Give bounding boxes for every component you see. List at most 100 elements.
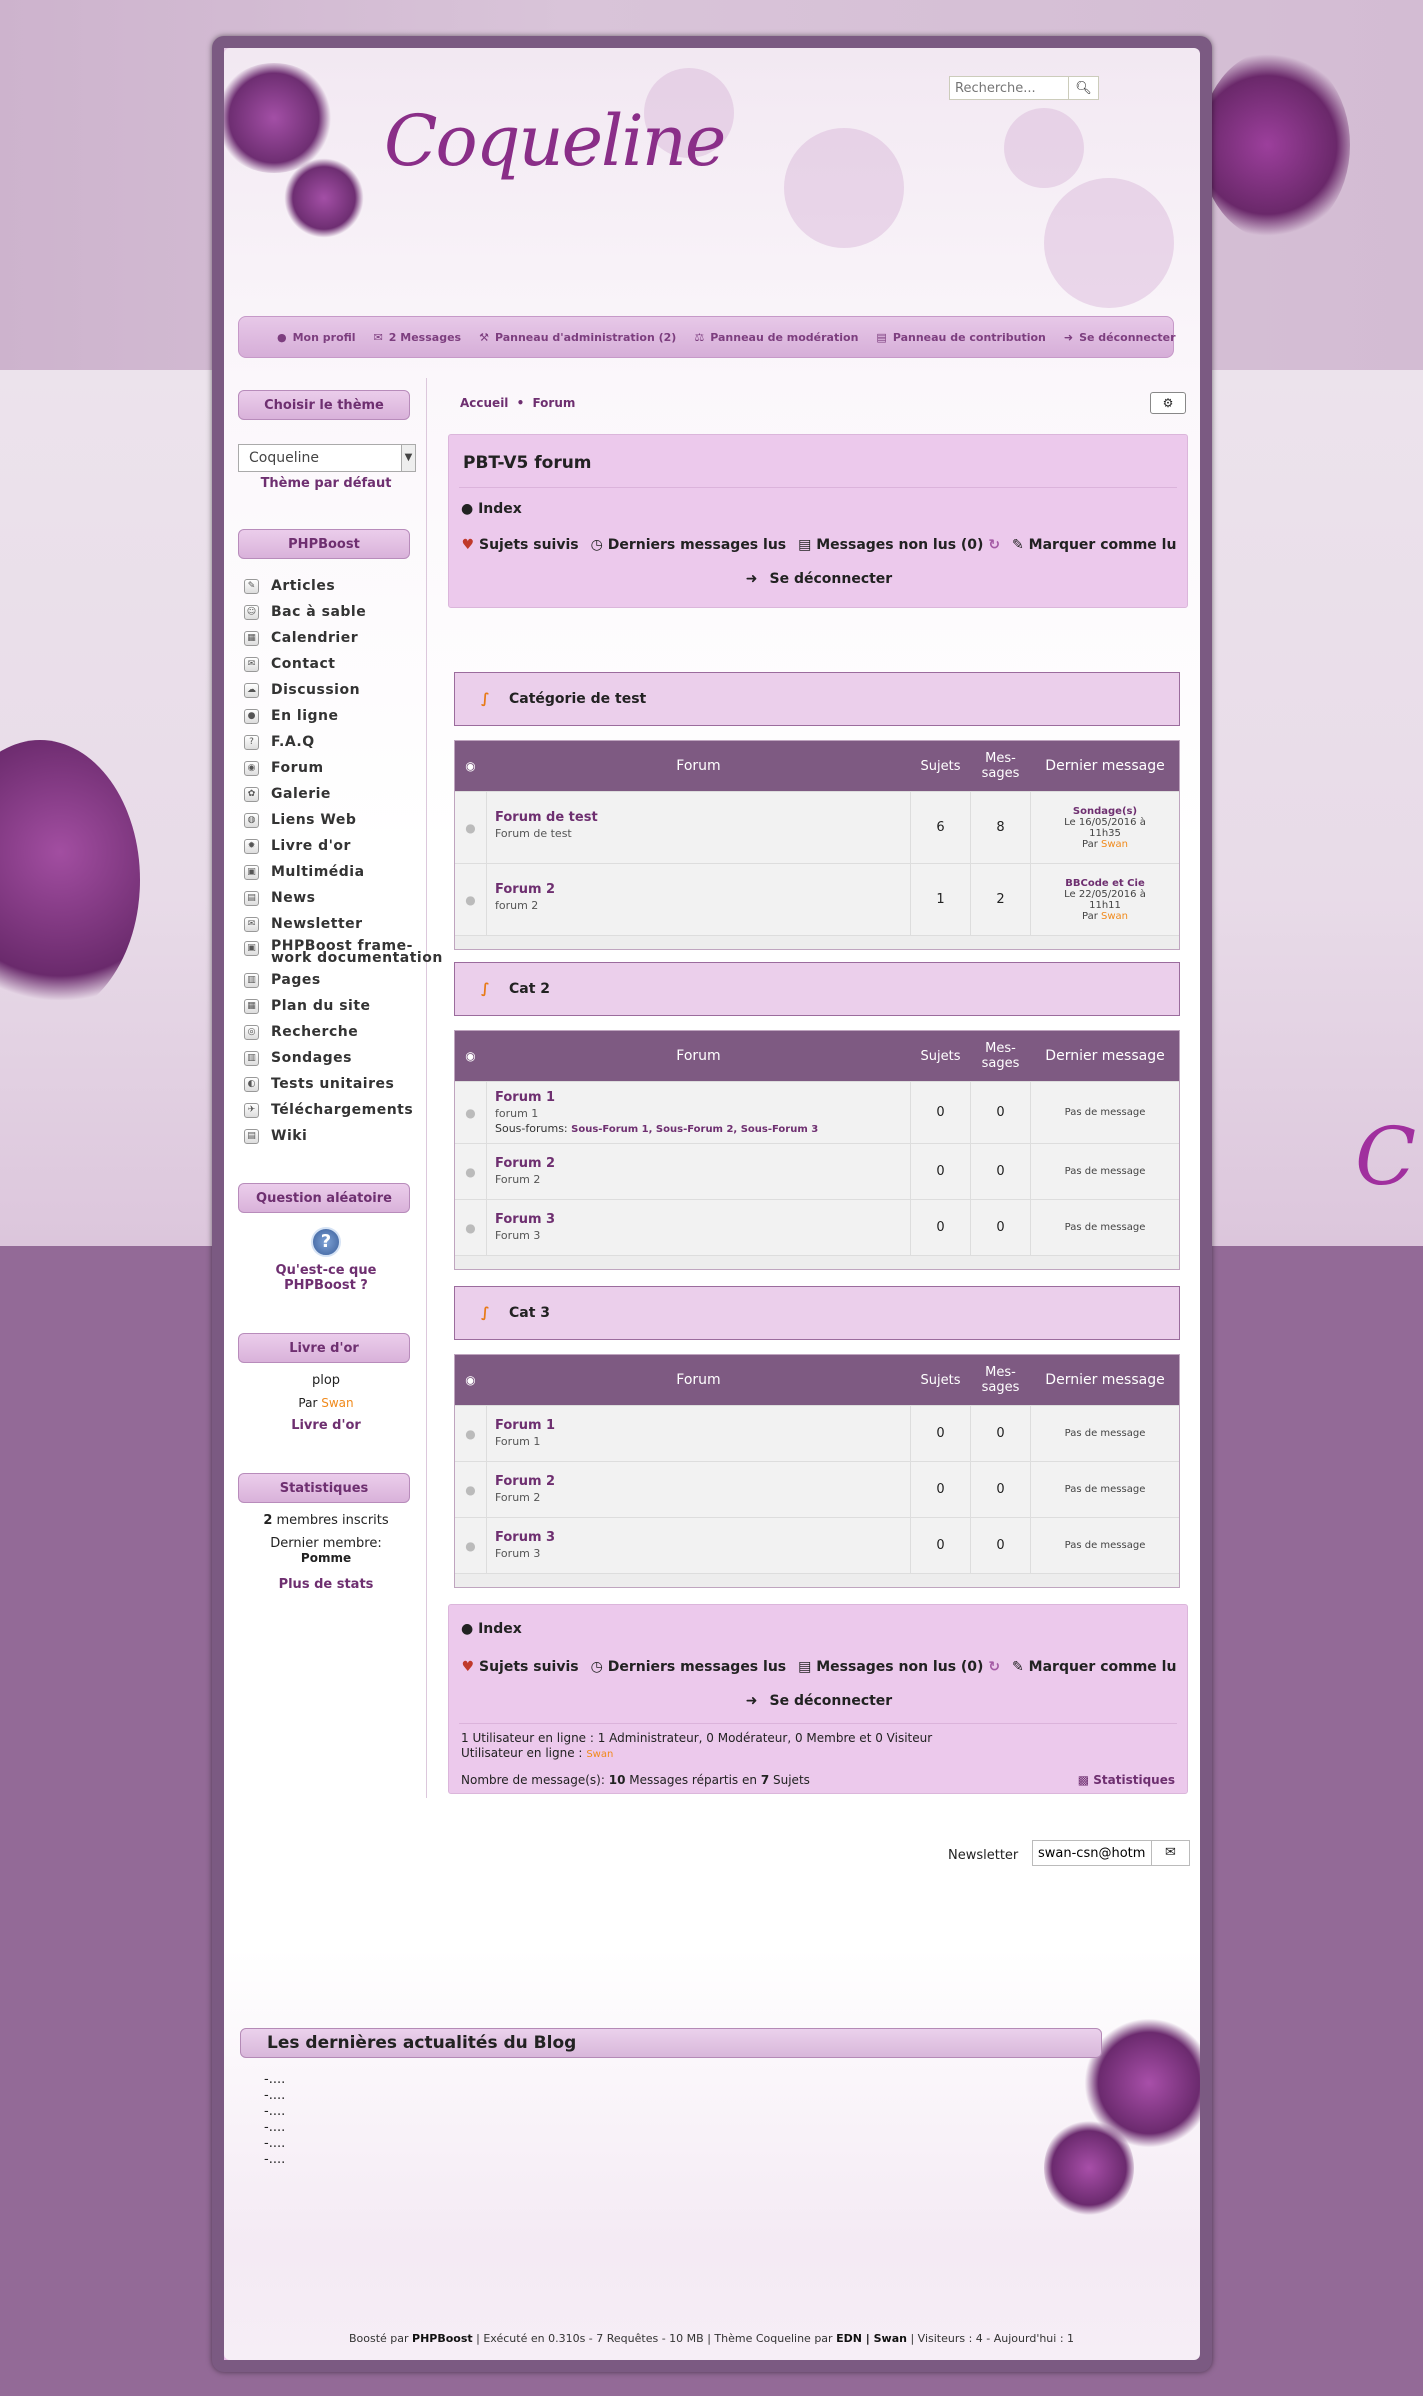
sidebar-item[interactable]: ✿ Galerie [238,781,414,807]
forum-link[interactable]: Forum 3 [495,1530,902,1545]
forum-link[interactable]: Forum 1 [495,1418,902,1433]
forum-link[interactable]: Forum 2 [495,882,902,897]
search-form: 🔍︎ [949,76,1099,100]
online-user[interactable]: Swan [586,1749,613,1760]
forum-link[interactable]: Forum 3 [495,1212,902,1227]
unread-link[interactable]: ▤ Messages non lus (0) ↻ [798,537,1000,553]
logout-link[interactable]: ➜ Se déconnecter [449,1693,1189,1709]
sidebar-item[interactable]: ◉ Forum [238,755,414,781]
sidebar-item[interactable]: ◐ Tests unitaires [238,1071,414,1097]
menu-item-icon: ✉ [244,656,259,672]
category-header[interactable]: ∫ Cat 2 [454,962,1180,1016]
newsletter-submit-button[interactable]: ✉ [1152,1840,1190,1866]
index-link[interactable]: ● Index [461,501,522,517]
sidebar-item[interactable]: ? F.A.Q [238,729,414,755]
logout-link[interactable]: ➜ Se déconnecter [449,571,1189,587]
table-row: ● Forum de test Forum de test 6 8 Sondage… [455,791,1179,863]
heart-icon: ♥ [461,1659,475,1675]
last-message-link[interactable]: BBCode et Cie [1065,878,1144,889]
forum-link[interactable]: Forum de test [495,810,902,825]
theme-select[interactable]: Coqueline ▼ [238,444,416,472]
search-button[interactable]: 🔍︎ [1069,76,1099,100]
guestbook-link[interactable]: Livre d'or [238,1418,414,1433]
newsletter-form: ✉ [1032,1840,1190,1866]
phpboost-link[interactable]: PHPBoost [412,2332,473,2345]
sidebar-item[interactable]: ▤ Wiki [238,1123,414,1149]
site-logo[interactable]: Coqueline [384,100,726,182]
index-link[interactable]: ● Index [461,1621,522,1637]
menu-item-icon: ✿ [244,786,259,802]
sidebar-item[interactable]: ▣ Multimédia [238,859,414,885]
sidebar-item[interactable]: ✉ Contact [238,651,414,677]
breadcrumb-forum[interactable]: Forum [532,396,575,410]
theme-author-link[interactable]: EDN | Swan [836,2332,907,2345]
question-link[interactable]: Qu'est-ce que PHPBoost ? [238,1263,414,1293]
last-read-link[interactable]: ◷ Derniers messages lus [591,1659,787,1675]
user-toolbar: ● Mon profil ✉ 2 Messages ⚒ Panneau d'admin… [238,316,1176,358]
breadcrumb-home[interactable]: Accueil [460,396,508,410]
sidebar-item[interactable]: ▥ Sondages [238,1045,414,1071]
statistics-link[interactable]: ▩ Statistiques [1078,1773,1175,1787]
stats-more-link[interactable]: Plus de stats [238,1577,414,1592]
subforums-links[interactable]: Sous-Forum 1, Sous-Forum 2, Sous-Forum 3 [571,1124,818,1135]
sidebar-item[interactable]: ▥ Pages [238,967,414,993]
list-item[interactable]: -.... [264,2152,285,2168]
default-theme-link[interactable]: Thème par défaut [238,476,414,491]
mark-read-link[interactable]: ✎ Marquer comme lu [1012,537,1176,553]
guestbook-author-line: Par Swan [298,1396,354,1410]
followed-topics-link[interactable]: ♥ Sujets suivis [462,1659,579,1675]
sidebar-item-label: Recherche [271,1024,359,1040]
list-item[interactable]: -.... [264,2120,285,2136]
rss-icon[interactable]: ∫ [481,982,495,996]
sidebar-item[interactable]: ✎ Articles [238,573,414,599]
guestbook-author[interactable]: Swan [321,1396,353,1410]
sidebar-item[interactable]: ✹ Livre d'or [238,833,414,859]
mark-read-link[interactable]: ✎ Marquer comme lu [1012,1659,1176,1675]
last-read-link[interactable]: ◷ Derniers messages lus [591,537,787,553]
rss-icon[interactable]: ∫ [481,692,495,706]
toolbar-admin-panel[interactable]: ⚒ Panneau d'administration (2) [479,331,676,344]
user-icon: ● [277,330,287,344]
file-icon: ▤ [876,330,887,344]
newsletter-email-input[interactable] [1032,1840,1152,1866]
bar-chart-icon: ▩ [1077,1773,1090,1787]
rss-icon[interactable]: ∫ [481,1306,495,1320]
sidebar-item[interactable]: ▣ PHPBoost frame- work documentation [238,937,442,967]
sidebar: Choisir le thème Coqueline ▼ Thème par dé… [238,378,442,1592]
footer-flower [1044,2118,1134,2218]
last-message-link[interactable]: Sondage(s) [1073,806,1137,817]
gear-icon[interactable]: ⚙ [1150,392,1186,414]
list-item[interactable]: -.... [264,2072,285,2088]
toolbar-messages[interactable]: ✉ 2 Messages [374,331,462,344]
stats-last-member[interactable]: Pomme [238,1551,414,1565]
sidebar-item[interactable]: ◎ Recherche [238,1019,414,1045]
sidebar-item[interactable]: ▤ News [238,885,414,911]
forum-link[interactable]: Forum 1 [495,1090,902,1105]
list-item[interactable]: -.... [264,2136,285,2152]
toolbar-logout[interactable]: ➜ Se déconnecter [1064,331,1176,344]
unread-link[interactable]: ▤ Messages non lus (0) ↻ [798,1659,1000,1675]
sidebar-item[interactable]: ☁ Discussion [238,677,414,703]
sidebar-item[interactable]: ▦ Plan du site [238,993,414,1019]
sidebar-item[interactable]: ✉ Newsletter [238,911,414,937]
forum-link[interactable]: Forum 2 [495,1474,902,1489]
sidebar-item[interactable]: ▦ Calendrier [238,625,414,651]
toolbar-profile[interactable]: ● Mon profil [277,331,356,344]
category-header[interactable]: ∫ Catégorie de test [454,672,1180,726]
list-item[interactable]: -.... [264,2104,285,2120]
category-header[interactable]: ∫ Cat 3 [454,1286,1180,1340]
stats-members: 2 membres inscrits [263,1513,389,1528]
menu-item-icon: ▤ [244,890,259,906]
sidebar-item-label: Tests unitaires [271,1076,395,1092]
sidebar-item[interactable]: ● En ligne [238,703,414,729]
followed-topics-link[interactable]: ♥ Sujets suivis [462,537,579,553]
sidebar-item[interactable]: ✈ Téléchargements [238,1097,414,1123]
toolbar-moderation-panel[interactable]: ⚖ Panneau de modération [694,331,858,344]
list-item[interactable]: -.... [264,2088,285,2104]
sidebar-item[interactable]: ☺ Bac à sable [238,599,414,625]
sidebar-item[interactable]: ◍ Liens Web [238,807,414,833]
forum-link[interactable]: Forum 2 [495,1156,902,1171]
search-input[interactable] [949,76,1069,100]
header-circle [1004,108,1084,188]
toolbar-contribution-panel[interactable]: ▤ Panneau de contribution [876,331,1045,344]
